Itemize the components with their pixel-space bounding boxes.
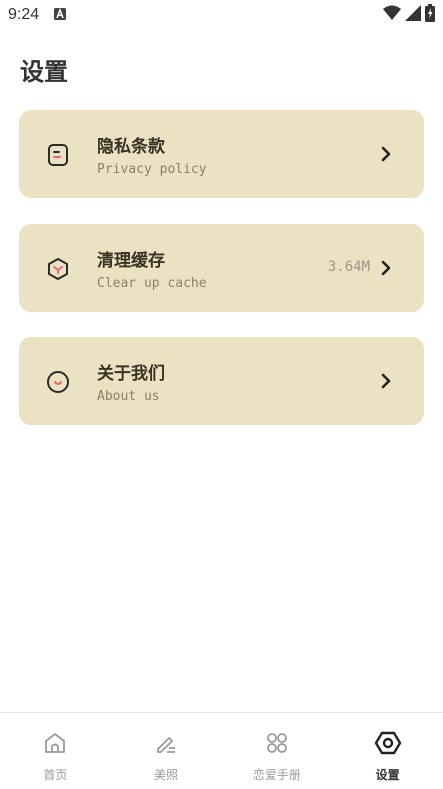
chevron-right-icon <box>380 146 392 162</box>
bottom-nav: 首页 美照 恋爱手册 设置 <box>0 712 443 789</box>
status-bar: 9:24 <box>0 0 443 30</box>
chevron-right-icon <box>380 260 392 276</box>
clear-cache-title: 清理缓存 <box>97 251 165 271</box>
about-us-title: 关于我们 <box>97 364 165 384</box>
privacy-policy-item[interactable]: 隐私条款 Privacy policy <box>19 110 424 198</box>
document-icon <box>45 142 71 168</box>
about-us-subtitle: About us <box>97 389 160 404</box>
status-right <box>383 4 435 26</box>
nav-label-photos: 美照 <box>154 768 179 782</box>
cache-size-value: 3.64M <box>327 259 370 275</box>
nav-item-photos[interactable]: 美照 <box>111 713 222 789</box>
grid-icon <box>263 729 291 757</box>
page-title: 设置 <box>20 58 68 86</box>
broom-icon <box>45 256 71 282</box>
privacy-policy-subtitle: Privacy policy <box>97 162 207 177</box>
nav-item-settings[interactable]: 设置 <box>332 713 443 789</box>
privacy-policy-title: 隐私条款 <box>97 137 165 157</box>
nav-item-home[interactable]: 首页 <box>0 713 111 789</box>
clear-cache-item[interactable]: 清理缓存 Clear up cache 3.64M <box>19 224 424 312</box>
hexagon-settings-icon <box>374 729 402 757</box>
chevron-right-icon <box>380 373 392 389</box>
pen-icon <box>152 729 180 757</box>
smile-icon <box>45 369 71 395</box>
nav-label-home: 首页 <box>43 768 68 782</box>
wifi-icon <box>383 5 401 25</box>
nav-item-love-handbook[interactable]: 恋爱手册 <box>222 713 333 789</box>
nav-label-love-handbook: 恋爱手册 <box>252 768 301 782</box>
signal-icon <box>405 5 421 25</box>
status-left: 9:24 <box>8 6 67 25</box>
notification-a-icon <box>53 6 67 25</box>
clear-cache-subtitle: Clear up cache <box>97 276 207 291</box>
nav-label-settings: 设置 <box>375 768 400 782</box>
about-us-item[interactable]: 关于我们 About us <box>19 337 424 425</box>
home-icon <box>41 729 69 757</box>
status-time: 9:24 <box>8 6 40 23</box>
battery-icon <box>425 4 435 26</box>
